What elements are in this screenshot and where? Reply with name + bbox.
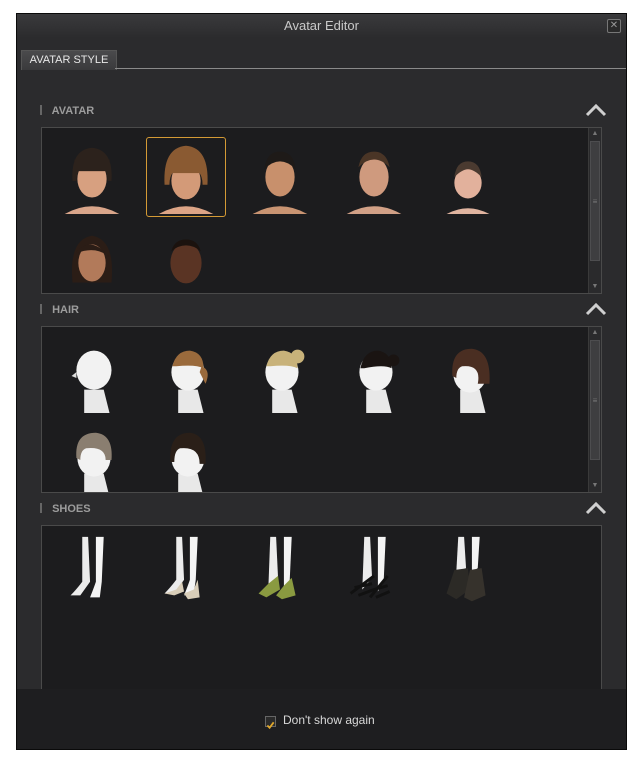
title-bar: Avatar Editor ✕ [17, 14, 626, 39]
shoes-thumb-5[interactable] [428, 532, 508, 612]
hair-section-header[interactable]: HAIR [40, 301, 607, 319]
shoes-thumb-4[interactable] [334, 532, 414, 612]
tab-avatar-style[interactable]: AVATAR STYLE [21, 50, 117, 70]
scroll-up-icon[interactable]: ▲ [589, 327, 601, 339]
avatar-editor-window: Avatar Editor ✕ AVATAR STYLE AVATAR ▲ ≡ … [16, 13, 627, 750]
avatar-thumb-5[interactable] [428, 137, 508, 217]
scroll-thumb[interactable]: ≡ [590, 340, 600, 460]
avatar-thumb-7[interactable] [146, 221, 226, 293]
shoes-grid [41, 525, 602, 692]
shoes-section-header[interactable]: SHOES [40, 500, 607, 518]
avatar-thumb-3[interactable] [240, 137, 320, 217]
dont-show-again-checkbox[interactable] [265, 716, 276, 730]
avatar-thumb-4[interactable] [334, 137, 414, 217]
window-title: Avatar Editor [284, 18, 359, 33]
hair-thumb-7[interactable] [146, 420, 226, 492]
scroll-down-icon[interactable]: ▼ [589, 480, 601, 492]
tab-divider [115, 68, 626, 69]
hair-thumb-4[interactable] [334, 336, 414, 416]
avatar-thumb-6[interactable] [52, 221, 132, 293]
hair-thumb-5[interactable] [428, 336, 508, 416]
shoes-thumb-3[interactable] [240, 532, 320, 612]
editor-panel: AVATAR STYLE AVATAR ▲ ≡ ▼ HAIR ▲ ≡ ▼ SHO… [17, 38, 626, 692]
collapse-shoes-icon[interactable] [585, 501, 607, 515]
hair-thumb-1[interactable] [52, 336, 132, 416]
footer: Don't show again [17, 689, 626, 749]
shoes-thumb-1[interactable] [52, 532, 132, 612]
hair-thumb-6[interactable] [52, 420, 132, 492]
hair-thumb-3[interactable] [240, 336, 320, 416]
hair-grid: ▲ ≡ ▼ [41, 326, 602, 493]
avatar-thumb-1[interactable] [52, 137, 132, 217]
hair-thumb-2[interactable] [146, 336, 226, 416]
shoes-thumb-2[interactable] [146, 532, 226, 612]
shoes-section-title: SHOES [52, 503, 91, 515]
checkmark-icon [266, 721, 275, 730]
avatar-thumb-2[interactable] [146, 137, 226, 217]
section-marker [40, 503, 42, 514]
scroll-down-icon[interactable]: ▼ [589, 281, 601, 293]
scroll-thumb[interactable]: ≡ [590, 141, 600, 261]
avatar-section-header[interactable]: AVATAR [40, 102, 607, 120]
close-icon[interactable]: ✕ [607, 19, 621, 33]
dont-show-again-label[interactable]: Don't show again [283, 713, 375, 727]
collapse-hair-icon[interactable] [585, 302, 607, 316]
collapse-avatar-icon[interactable] [585, 103, 607, 117]
hair-scrollbar[interactable]: ▲ ≡ ▼ [588, 327, 601, 492]
section-marker [40, 105, 42, 116]
avatar-grid: ▲ ≡ ▼ [41, 127, 602, 294]
avatar-section-title: AVATAR [51, 105, 95, 117]
scroll-up-icon[interactable]: ▲ [589, 128, 601, 140]
hair-section-title: HAIR [52, 304, 79, 316]
section-marker [40, 304, 42, 315]
avatar-scrollbar[interactable]: ▲ ≡ ▼ [588, 128, 601, 293]
